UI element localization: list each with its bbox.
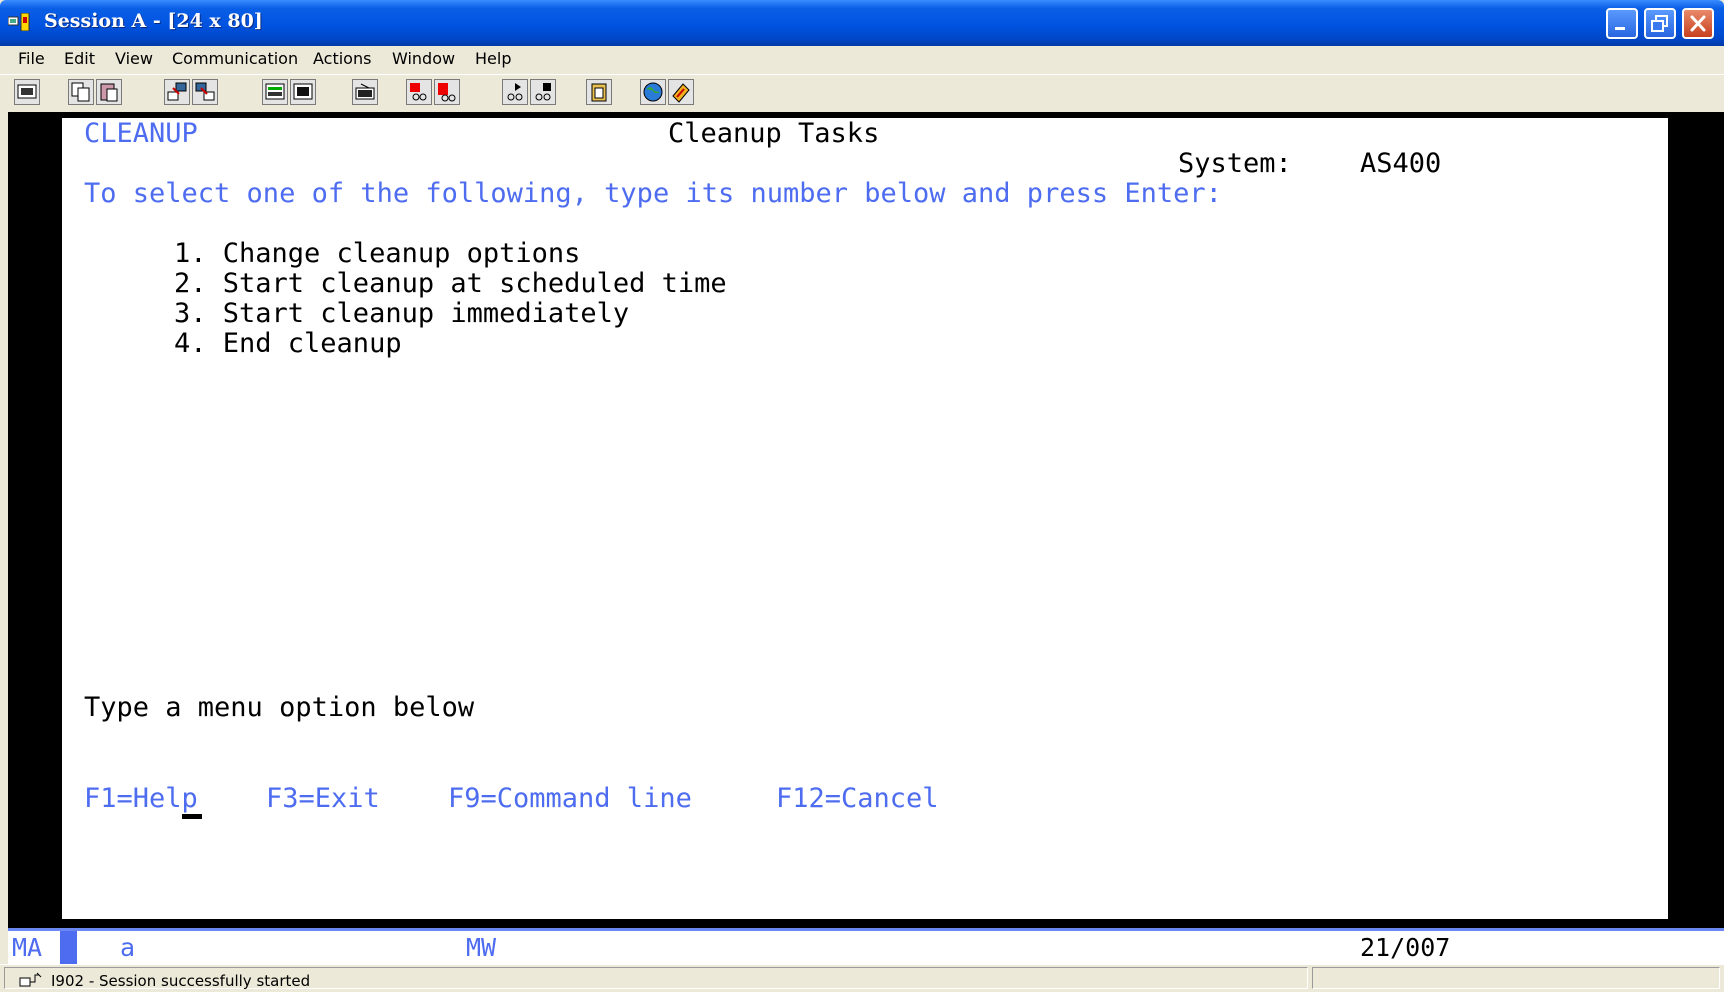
- status-bar: I902 - Session successfully started: [0, 964, 1724, 992]
- menu-file[interactable]: File: [18, 49, 45, 68]
- oia-message-wait: MW: [466, 933, 497, 962]
- restore-icon: [1651, 15, 1668, 32]
- status-panel-message: I902 - Session successfully started: [4, 967, 1308, 990]
- minimize-icon: [1615, 27, 1625, 30]
- minimize-button[interactable]: [1606, 8, 1638, 39]
- play-icon: [507, 83, 523, 101]
- menu-communication[interactable]: Communication: [172, 49, 298, 68]
- receive-button[interactable]: [192, 79, 218, 105]
- monitor-icon: [293, 83, 313, 100]
- stop-icon: [438, 83, 456, 102]
- globe-icon: [643, 82, 663, 102]
- clipboard-icon: [591, 83, 607, 102]
- session-connected-icon: [19, 972, 42, 987]
- terminal-area[interactable]: CLEANUP Cleanup Tasks System: AS400 To s…: [8, 112, 1724, 928]
- print-screen-icon: [17, 84, 37, 99]
- app-icon[interactable]: [8, 13, 36, 31]
- screen-title: Cleanup Tasks: [668, 118, 880, 149]
- status-panel-secondary: [1312, 967, 1720, 989]
- operator-info-area: MA a MW 21/007: [8, 928, 1724, 967]
- f3-exit-key[interactable]: F3=Exit: [266, 783, 380, 815]
- f1-help-key[interactable]: F1=Help: [84, 783, 198, 815]
- system-name: AS400: [1360, 148, 1442, 179]
- menu-id: CLEANUP: [84, 118, 198, 149]
- print-screen-button[interactable]: [14, 79, 40, 105]
- toolbar: [0, 74, 1724, 113]
- display-window-button[interactable]: [290, 79, 316, 105]
- menu-option-2: 2. Start cleanup at scheduled time: [174, 268, 727, 299]
- menu-window[interactable]: Window: [392, 49, 455, 68]
- menu-edit[interactable]: Edit: [64, 49, 95, 68]
- menu-bar: File Edit View Communication Actions Win…: [0, 46, 1724, 74]
- menu-view[interactable]: View: [115, 49, 153, 68]
- system-label: System:: [1178, 148, 1292, 179]
- close-icon: [1690, 15, 1706, 32]
- playback-icon: [535, 83, 551, 101]
- send-button[interactable]: [164, 79, 190, 105]
- prompt-text: Type a menu option below: [84, 692, 475, 723]
- oia-mode: MA: [12, 933, 43, 962]
- paste-button[interactable]: [96, 79, 122, 105]
- receive-file-icon: [195, 82, 215, 101]
- clipboard-button[interactable]: [586, 79, 612, 105]
- menu-option-3: 3. Start cleanup immediately: [174, 298, 630, 329]
- record-macro-button[interactable]: [406, 79, 432, 105]
- window-title: Session A - [24 x 80]: [44, 10, 263, 32]
- menu-actions[interactable]: Actions: [313, 49, 371, 68]
- menu-option-4: 4. End cleanup: [174, 328, 402, 359]
- web-button[interactable]: [640, 79, 666, 105]
- help-button[interactable]: [668, 79, 694, 105]
- menu-help[interactable]: Help: [475, 49, 511, 68]
- playback-button[interactable]: [530, 79, 556, 105]
- record-icon: [410, 83, 427, 101]
- play-macro-button[interactable]: [502, 79, 528, 105]
- status-message: I902 - Session successfully started: [51, 972, 311, 990]
- macro-icon: [355, 83, 375, 100]
- oia-shift: a: [120, 933, 136, 962]
- title-bar[interactable]: Session A - [24 x 80]: [0, 0, 1724, 46]
- oia-cursor-block: [60, 931, 77, 965]
- restore-button[interactable]: [1644, 8, 1676, 39]
- stop-macro-button[interactable]: [434, 79, 460, 105]
- f9-command-line-key[interactable]: F9=Command line: [448, 783, 692, 815]
- oia-cursor-position: 21/007: [1360, 933, 1451, 962]
- paste-icon: [100, 83, 118, 102]
- macro-button[interactable]: [352, 79, 378, 105]
- display-keypad-button[interactable]: [262, 79, 288, 105]
- instruction-text: To select one of the following, type its…: [84, 178, 1222, 209]
- copy-icon: [71, 82, 90, 102]
- close-button[interactable]: [1682, 8, 1714, 39]
- menu-option-1: 1. Change cleanup options: [174, 238, 581, 269]
- help-book-icon: [672, 83, 690, 103]
- f12-cancel-key[interactable]: F12=Cancel: [776, 783, 939, 815]
- keypad-icon: [265, 83, 285, 100]
- copy-button[interactable]: [68, 79, 94, 105]
- terminal-screen[interactable]: CLEANUP Cleanup Tasks System: AS400 To s…: [62, 118, 1668, 919]
- send-file-icon: [167, 82, 187, 101]
